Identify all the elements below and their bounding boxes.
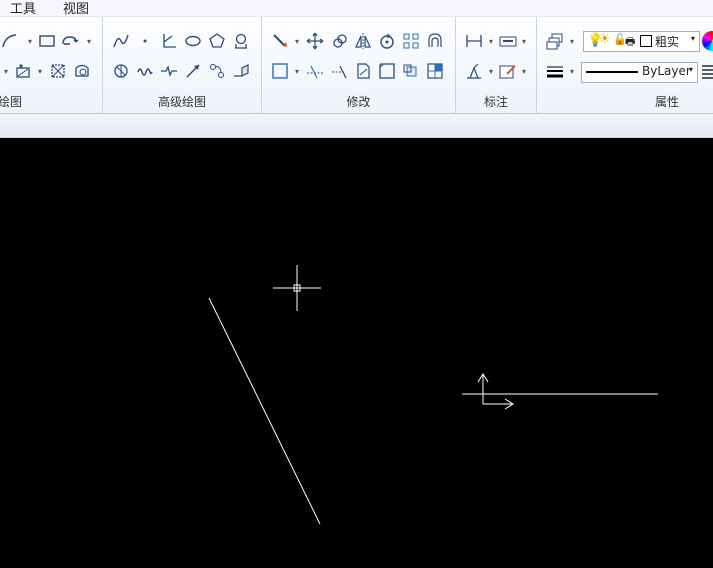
layer-name: 粗实 [655, 35, 680, 49]
rectangle-icon[interactable] [37, 31, 57, 51]
layer-combo[interactable]: 💡 ☀ 🔓 🖶 粗实 ▾ [583, 31, 700, 52]
surface-finish-icon[interactable] [464, 61, 484, 81]
break-line-icon[interactable] [159, 61, 179, 81]
arc-icon[interactable] [0, 31, 20, 51]
center-hole-icon[interactable] [231, 31, 251, 51]
panel-properties: ▾ 💡 ☀ 🔓 🖶 粗实 ▾ ▾ ByLayer ▾ 属性 [537, 17, 713, 113]
offset-icon[interactable] [425, 31, 445, 51]
panel-title-advanced-draw: 高级绘图 [157, 95, 206, 109]
spline-icon[interactable] [111, 31, 131, 51]
hatch-dropdown-left-icon[interactable]: ▾ [4, 67, 8, 76]
hole-icon[interactable] [111, 61, 131, 81]
linetype-name: ByLayer [642, 64, 691, 78]
dimension-icon[interactable] [464, 31, 484, 51]
chamfer-icon[interactable] [377, 61, 397, 81]
canvas-drawing-layer [208, 265, 658, 525]
ellipse-icon[interactable] [183, 31, 203, 51]
panel-annotate: ▾ ▾ ▾ ▾ 标注 [456, 17, 537, 113]
drawn-line-diagonal[interactable] [208, 297, 321, 525]
menu-tools[interactable]: 工具 [10, 0, 36, 17]
arc-dropdown-icon[interactable]: ▾ [28, 37, 32, 46]
erase-dropdown-icon[interactable]: ▾ [295, 37, 299, 46]
layer-manager-icon[interactable] [545, 31, 565, 51]
surface-finish-dropdown-icon[interactable]: ▾ [489, 67, 493, 76]
stretch-icon[interactable] [353, 61, 373, 81]
text-dropdown-icon[interactable]: ▾ [522, 37, 526, 46]
explode-icon[interactable] [401, 61, 421, 81]
layer-combo-chevron-down-icon[interactable]: ▾ [691, 34, 695, 43]
polygon-icon[interactable] [207, 31, 227, 51]
move-icon[interactable] [305, 31, 325, 51]
wave-line-icon[interactable] [135, 61, 155, 81]
revision-cloud-icon[interactable] [60, 31, 80, 51]
panel-title-properties: 属性 [655, 95, 680, 109]
menu-view[interactable]: 视图 [63, 0, 89, 17]
hatch-dropdown-icon[interactable]: ▾ [38, 67, 42, 76]
lineweight-icon[interactable] [545, 61, 565, 81]
lineweight-dropdown-icon[interactable]: ▾ [570, 67, 574, 76]
sheet-metal-icon[interactable] [231, 61, 251, 81]
cloud-dropdown-icon[interactable]: ▾ [87, 37, 91, 46]
panel-title-draw: 绘图 [0, 95, 23, 109]
boundary-icon[interactable] [48, 61, 68, 81]
linetype-combo[interactable]: ByLayer ▾ [581, 62, 698, 83]
edit-block-icon[interactable] [425, 61, 445, 81]
text-icon[interactable] [498, 31, 518, 51]
extend-icon[interactable] [330, 61, 350, 81]
sun-icon: ☀ [599, 32, 611, 47]
scale-box-icon[interactable] [270, 61, 290, 81]
table-dropdown-icon[interactable]: ▾ [522, 67, 526, 76]
menu-bar: 工具 视图 [0, 0, 713, 17]
color-wheel-icon[interactable] [702, 31, 713, 51]
crosshair-cursor [273, 265, 321, 311]
layer-color-swatch [640, 35, 652, 47]
ribbon: ▾ ▾ ▾ ▾ 绘图 高级绘图 ▾ ▾ 修改 ▾ ▾ ▾ ▾ 标注 ▾ 💡 ☀ … [0, 17, 713, 114]
printer-icon: 🖶 [625, 35, 636, 48]
region-icon[interactable] [72, 61, 92, 81]
trim-icon[interactable] [305, 61, 325, 81]
leader-arrow-icon[interactable] [183, 61, 203, 81]
panel-title-modify: 修改 [346, 95, 371, 109]
erase-icon[interactable] [270, 31, 290, 51]
copy-icon[interactable] [330, 31, 350, 51]
panel-advanced-draw: 高级绘图 [103, 17, 262, 113]
list-properties-icon[interactable] [700, 61, 713, 81]
linetype-preview [586, 71, 638, 73]
scale-dropdown-icon[interactable]: ▾ [295, 67, 299, 76]
drawing-canvas[interactable] [0, 138, 713, 568]
linetype-chevron-down-icon[interactable]: ▾ [689, 65, 693, 74]
rotate-icon[interactable] [377, 31, 397, 51]
panel-title-annotate: 标注 [483, 95, 508, 109]
panel-draw: ▾ ▾ ▾ ▾ 绘图 [0, 17, 103, 113]
ucs-icon [477, 373, 514, 410]
ribbon-collapse-bar [0, 114, 713, 138]
centerline-icon[interactable] [159, 31, 179, 51]
hatch-icon[interactable] [14, 61, 34, 81]
table-edit-icon[interactable] [498, 61, 518, 81]
array-icon[interactable] [401, 31, 421, 51]
panel-modify: ▾ ▾ 修改 [262, 17, 456, 113]
point-icon[interactable] [135, 31, 155, 51]
dimension-dropdown-icon[interactable]: ▾ [489, 37, 493, 46]
chain-line-icon[interactable] [207, 61, 227, 81]
layer-manager-dropdown-icon[interactable]: ▾ [570, 37, 574, 46]
mirror-icon[interactable] [353, 31, 373, 51]
